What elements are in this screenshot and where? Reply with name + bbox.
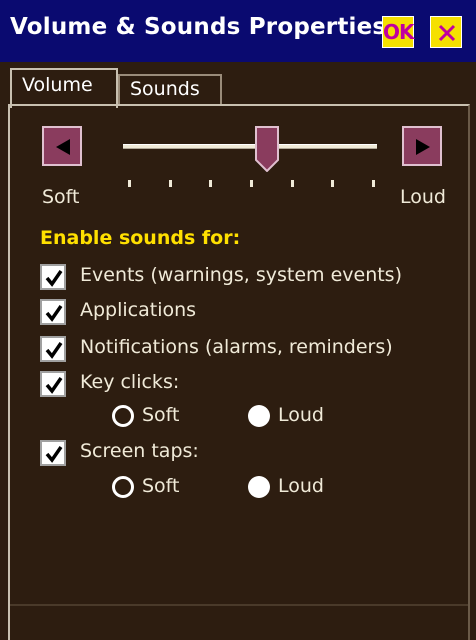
- bottom-bar: [10, 604, 468, 640]
- volume-tick: [331, 180, 335, 187]
- events-checkbox[interactable]: [40, 264, 66, 290]
- arrow-right-icon: [416, 139, 430, 155]
- tab-sounds[interactable]: Sounds: [118, 74, 222, 104]
- properties-window: Volume & Sounds Properties OK Sounds Vol…: [0, 0, 476, 640]
- volume-soft-label: Soft: [42, 186, 80, 208]
- screen-taps-label: Screen taps:: [80, 440, 199, 462]
- key-clicks-label: Key clicks:: [80, 371, 180, 393]
- close-button[interactable]: [430, 16, 462, 48]
- volume-down-button[interactable]: [42, 126, 82, 166]
- arrow-left-icon: [56, 139, 70, 155]
- screen-taps-loud-label: Loud: [278, 475, 324, 497]
- volume-panel: [8, 104, 470, 640]
- close-icon: [438, 24, 456, 42]
- applications-label: Applications: [80, 299, 197, 321]
- checkmark-icon: [45, 305, 63, 322]
- volume-slider-thumb[interactable]: [255, 126, 280, 172]
- key-clicks-checkbox[interactable]: [40, 371, 66, 397]
- notifications-checkbox[interactable]: [40, 336, 66, 362]
- radio-unselected-icon: [112, 476, 134, 498]
- checkmark-icon: [45, 446, 63, 463]
- volume-tick: [209, 180, 213, 187]
- volume-tick: [168, 180, 172, 187]
- events-label: Events (warnings, system events): [80, 264, 402, 286]
- radio-selected-icon: [248, 405, 270, 427]
- radio-unselected-icon: [112, 405, 134, 427]
- key-clicks-loud-label: Loud: [278, 404, 324, 426]
- volume-tick: [250, 180, 253, 187]
- key-clicks-soft-label: Soft: [142, 404, 180, 426]
- volume-tick: [372, 180, 375, 187]
- window-title: Volume & Sounds Properties: [10, 14, 387, 40]
- volume-up-button[interactable]: [402, 126, 442, 166]
- screen-taps-soft-label: Soft: [142, 475, 180, 497]
- volume-slider-track[interactable]: [123, 144, 377, 149]
- ok-button[interactable]: OK: [382, 16, 415, 48]
- applications-checkbox[interactable]: [40, 299, 66, 325]
- volume-loud-label: Loud: [400, 186, 446, 208]
- notifications-label: Notifications (alarms, reminders): [80, 336, 393, 358]
- volume-tick: [290, 180, 294, 187]
- tab-strip: Sounds Volume: [0, 62, 476, 108]
- radio-selected-icon: [248, 476, 270, 498]
- checkmark-icon: [45, 270, 63, 287]
- title-bar: Volume & Sounds Properties OK: [0, 0, 476, 62]
- enable-sounds-heading: Enable sounds for:: [40, 227, 241, 249]
- checkmark-icon: [45, 377, 63, 394]
- screen-taps-checkbox[interactable]: [40, 440, 66, 466]
- volume-tick: [128, 180, 131, 187]
- tab-volume[interactable]: Volume: [10, 68, 118, 108]
- checkmark-icon: [45, 342, 63, 359]
